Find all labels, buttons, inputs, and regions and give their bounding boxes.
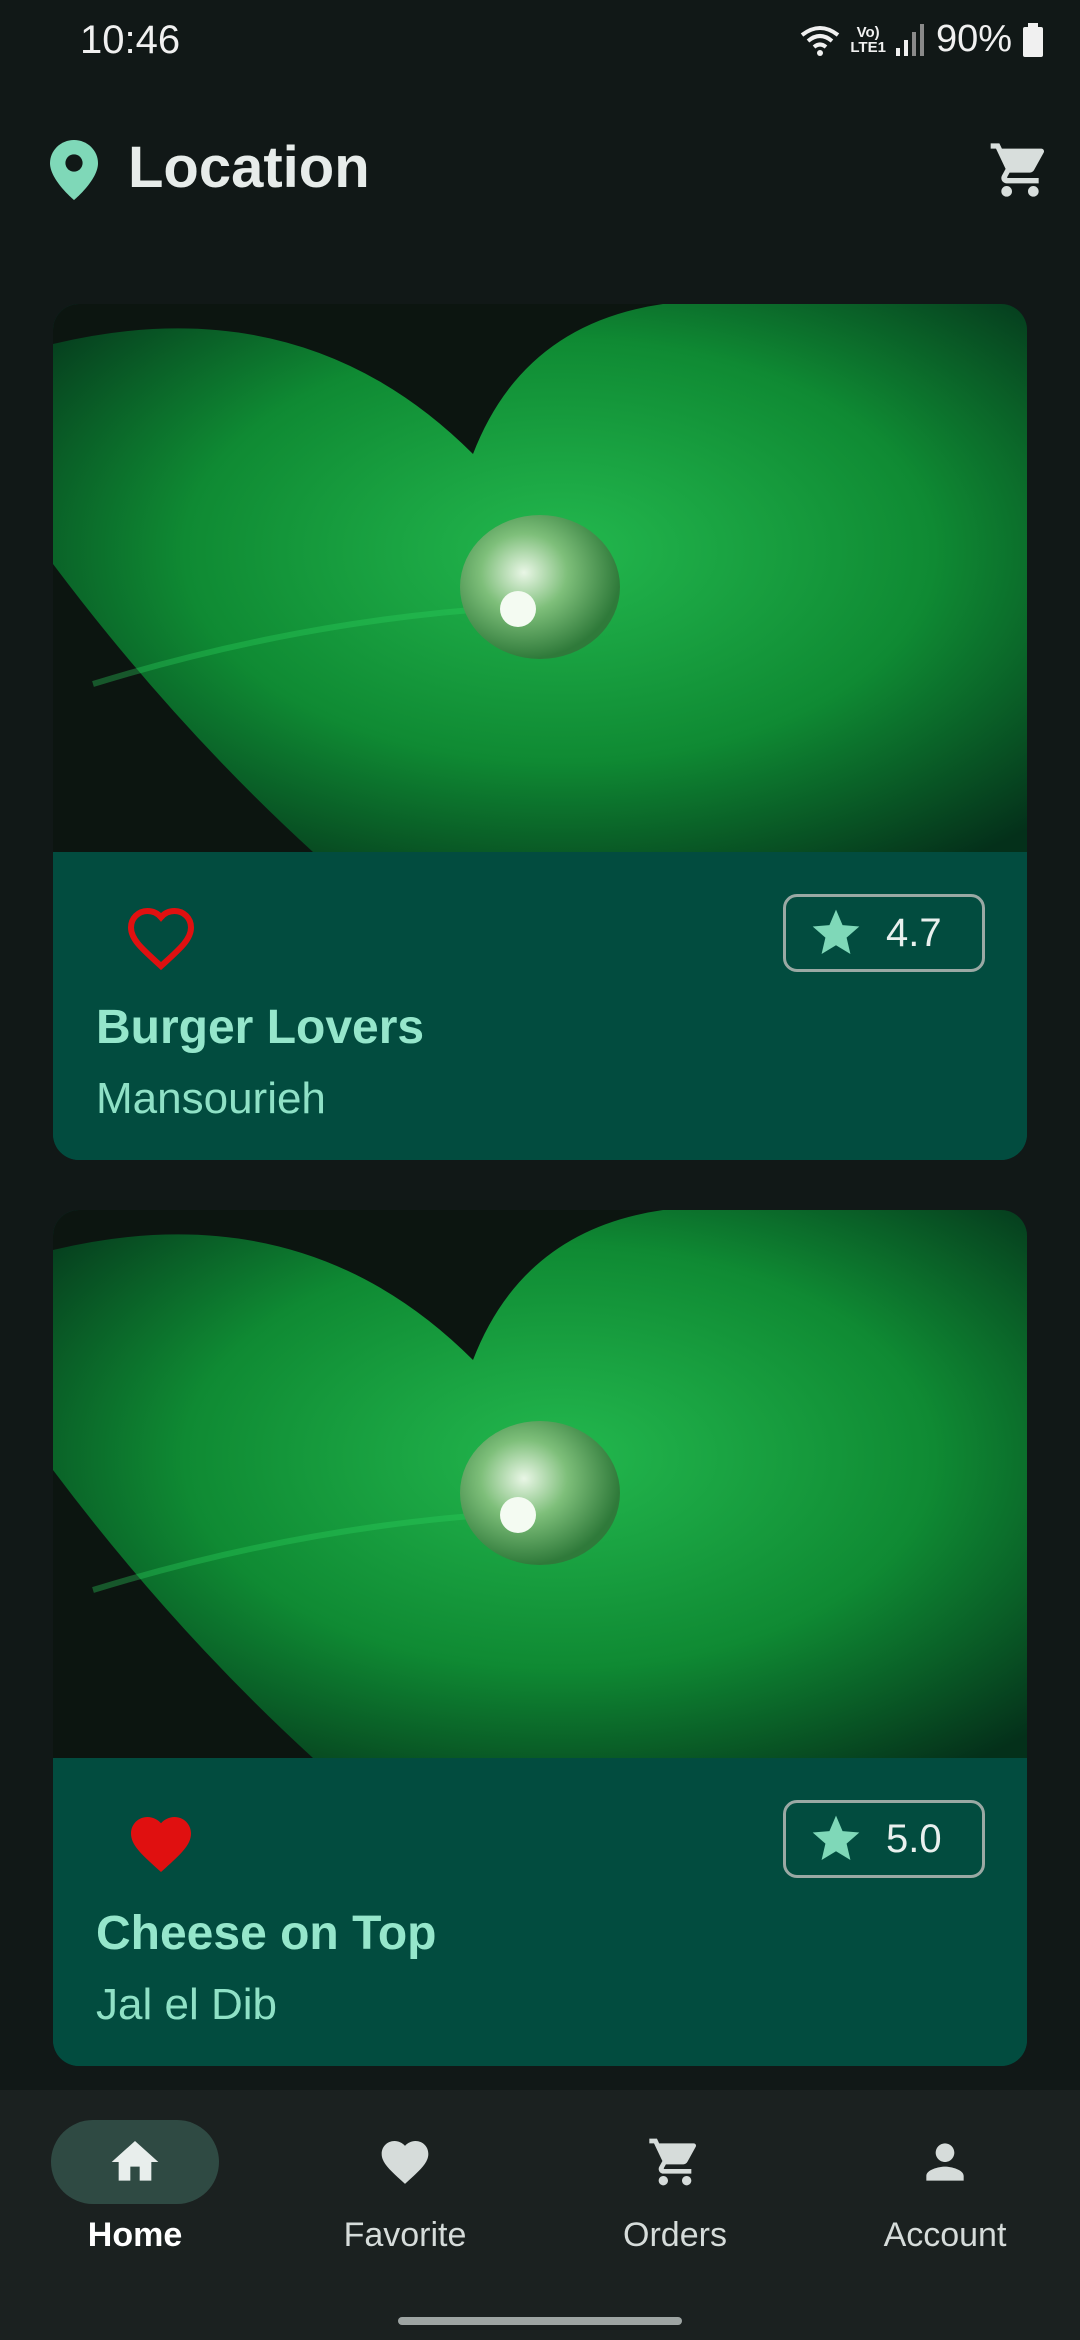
status-icons: Vo) LTE1 90%: [800, 18, 1044, 61]
star-icon: [812, 909, 860, 954]
rating-value: 5.0: [886, 1816, 942, 1861]
nav-item-orders[interactable]: Orders: [540, 2120, 810, 2270]
restaurant-info: 4.7 Burger Lovers Mansourieh: [53, 852, 1027, 1160]
star-icon: [812, 1815, 860, 1860]
shopping-cart-icon[interactable]: [988, 138, 1052, 202]
restaurant-image: [53, 1210, 1027, 1758]
bottom-navigation: Home Favorite Orders Account: [0, 2090, 1080, 2340]
restaurant-card[interactable]: 4.7 Burger Lovers Mansourieh: [53, 304, 1027, 1160]
nav-label: Orders: [623, 2216, 727, 2254]
restaurant-info: 5.0 Cheese on Top Jal el Dib: [53, 1758, 1027, 2066]
nav-item-account[interactable]: Account: [810, 2120, 1080, 2270]
restaurant-location: Mansourieh: [96, 1074, 326, 1123]
nav-label: Favorite: [343, 2216, 467, 2254]
rating-badge: 4.7: [783, 894, 985, 972]
favorite-filled-icon[interactable]: [125, 1808, 197, 1880]
restaurant-card[interactable]: 5.0 Cheese on Top Jal el Dib: [53, 1210, 1027, 2066]
heart-icon: [381, 2141, 429, 2184]
signal-icon: [895, 23, 924, 56]
location-title[interactable]: Location: [128, 134, 370, 201]
nav-item-home[interactable]: Home: [0, 2120, 270, 2270]
battery-icon: [1023, 22, 1043, 57]
network-type: Vo) LTE1: [850, 23, 886, 56]
nav-active-indicator: [51, 2120, 219, 2204]
rating-value: 4.7: [886, 910, 942, 955]
restaurant-image: [53, 304, 1027, 852]
favorite-outline-icon[interactable]: [125, 902, 197, 974]
wifi-icon: [801, 25, 840, 56]
nav-label: Home: [87, 2216, 183, 2254]
restaurant-name: Burger Lovers: [96, 1001, 425, 1054]
shopping-cart-icon: [649, 2138, 697, 2186]
location-pin-icon[interactable]: [50, 140, 98, 200]
person-icon: [926, 2143, 964, 2181]
restaurant-name: Cheese on Top: [96, 1907, 437, 1960]
status-time: 10:46: [80, 18, 181, 62]
rating-badge: 5.0: [783, 1800, 985, 1878]
battery-percent: 90%: [935, 18, 1012, 60]
home-gesture-bar[interactable]: [398, 2317, 682, 2325]
nav-item-favorite[interactable]: Favorite: [270, 2120, 540, 2270]
nav-label: Account: [883, 2216, 1007, 2254]
app-bar: Location: [0, 120, 1080, 220]
home-icon: [111, 2141, 159, 2181]
status-bar: 10:46 Vo) LTE1 90%: [0, 0, 1080, 84]
restaurant-location: Jal el Dib: [96, 1980, 277, 2029]
